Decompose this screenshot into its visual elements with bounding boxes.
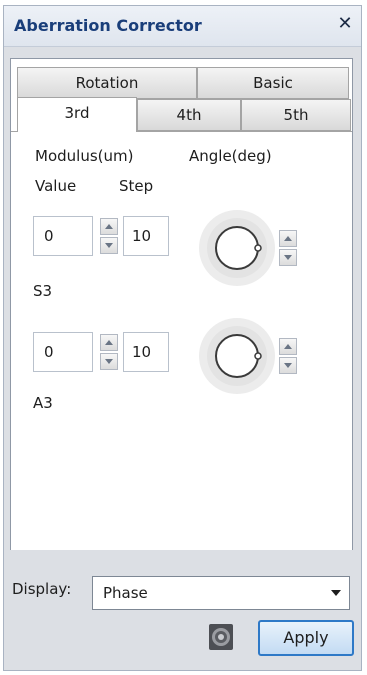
angle-header: Angle(deg) xyxy=(189,147,272,165)
tab-4th[interactable]: 4th xyxy=(137,99,241,131)
arrow-up-icon[interactable] xyxy=(100,218,118,235)
a3-value-input[interactable]: 0 xyxy=(33,332,93,372)
s3-value-input[interactable]: 0 xyxy=(33,216,93,256)
display-label: Display: xyxy=(12,580,72,598)
apply-button[interactable]: Apply xyxy=(258,620,354,656)
display-dropdown[interactable]: Phase xyxy=(92,576,350,610)
tab-rotation[interactable]: Rotation xyxy=(17,67,197,99)
arrow-down-icon[interactable] xyxy=(279,249,297,266)
tab-basic[interactable]: Basic xyxy=(197,67,349,99)
tab-5th[interactable]: 5th xyxy=(241,99,351,131)
arrow-up-icon[interactable] xyxy=(279,230,297,247)
value-header: Value xyxy=(35,177,77,195)
a3-label: A3 xyxy=(33,394,53,412)
s3-value-stepper[interactable] xyxy=(100,218,118,254)
s3-label: S3 xyxy=(33,282,53,300)
arrow-down-icon[interactable] xyxy=(100,237,118,254)
a3-value-stepper[interactable] xyxy=(100,334,118,370)
arrow-down-icon[interactable] xyxy=(100,353,118,370)
window-title: Aberration Corrector xyxy=(14,16,202,35)
a3-step-input[interactable]: 10 xyxy=(123,332,169,372)
arrow-down-icon[interactable] xyxy=(279,357,297,374)
aberration-corrector-window: Aberration Corrector ✕ Rotation Basic 3r… xyxy=(3,5,362,671)
target-icon[interactable] xyxy=(208,622,234,652)
arrow-up-icon[interactable] xyxy=(279,338,297,355)
arrow-up-icon[interactable] xyxy=(100,334,118,351)
angle-dial-icon[interactable] xyxy=(197,208,277,288)
close-icon[interactable]: ✕ xyxy=(335,14,355,34)
tab-3rd[interactable]: 3rd xyxy=(17,97,137,132)
s3-angle-stepper[interactable] xyxy=(279,230,297,266)
tab-panel: Rotation Basic 3rd 4th 5th Modulus(um) A… xyxy=(10,58,353,550)
s3-step-input[interactable]: 10 xyxy=(123,216,169,256)
display-selected-value: Phase xyxy=(103,584,148,602)
bottom-bar: Display: Phase Apply xyxy=(4,554,361,670)
modulus-header: Modulus(um) xyxy=(35,147,134,165)
chevron-down-icon xyxy=(331,590,341,596)
title-bar: Aberration Corrector ✕ xyxy=(4,6,361,47)
tab-3rd-content: Modulus(um) Angle(deg) Value Step 0 10 S… xyxy=(11,131,352,550)
step-header: Step xyxy=(119,177,154,195)
a3-angle-stepper[interactable] xyxy=(279,338,297,374)
angle-dial-icon[interactable] xyxy=(197,316,277,396)
